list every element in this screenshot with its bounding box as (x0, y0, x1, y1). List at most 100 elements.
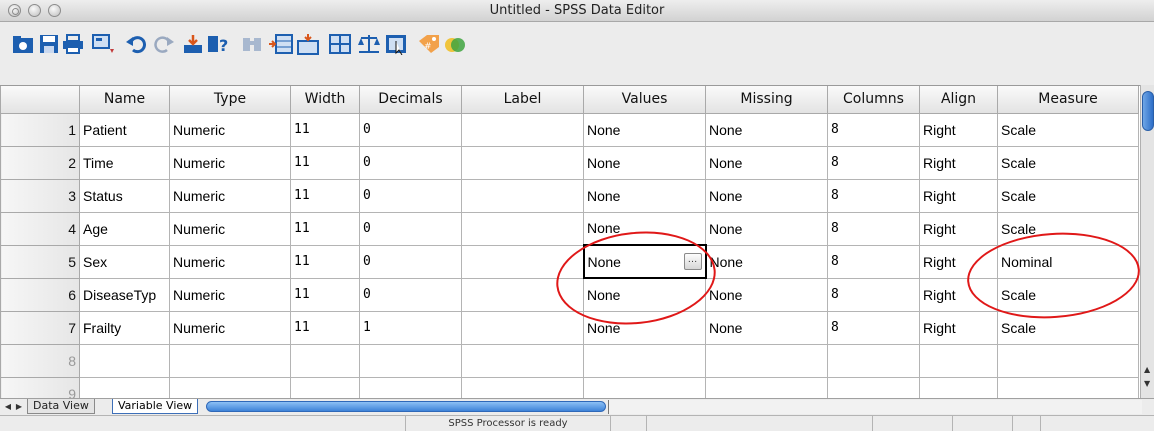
cell-name[interactable]: Time (79, 145, 170, 180)
cell-columns[interactable]: 8 (827, 211, 920, 246)
cell-values[interactable]: None (583, 112, 706, 147)
cell-width[interactable]: 11 (290, 178, 360, 213)
cell-name[interactable]: Patient (79, 112, 170, 147)
cell-type[interactable]: Numeric (169, 310, 291, 345)
horizontal-scroll-track[interactable] (608, 400, 1142, 414)
row-header[interactable]: 6 (0, 277, 80, 312)
cell-columns[interactable]: 8 (827, 244, 920, 279)
cell-columns[interactable]: 8 (827, 277, 920, 312)
cell-missing[interactable]: None (705, 112, 828, 147)
variables-icon[interactable]: ? (206, 31, 232, 57)
empty-cell[interactable] (705, 343, 828, 378)
column-header-width[interactable]: Width (290, 86, 360, 114)
tab-data-view[interactable]: Data View (27, 399, 95, 414)
cell-type[interactable]: Numeric (169, 244, 291, 279)
row-header[interactable]: 2 (0, 145, 80, 180)
cell-measure[interactable]: Scale (997, 145, 1139, 180)
empty-cell[interactable] (290, 376, 360, 398)
cell-decimals[interactable]: 0 (359, 112, 462, 147)
row-header[interactable]: 1 (0, 112, 80, 147)
save-icon[interactable] (36, 31, 62, 57)
cell-label[interactable] (461, 178, 584, 213)
cell-decimals[interactable]: 0 (359, 277, 462, 312)
cell-decimals[interactable]: 0 (359, 178, 462, 213)
value-labels-icon[interactable]: # (416, 31, 442, 57)
cell-align[interactable]: Right (919, 310, 998, 345)
cell-columns[interactable]: 8 (827, 178, 920, 213)
split-file-icon[interactable] (328, 31, 354, 57)
empty-cell[interactable] (705, 376, 828, 398)
empty-cell[interactable] (79, 343, 170, 378)
cell-values[interactable]: None (583, 145, 706, 180)
cell-label[interactable] (461, 145, 584, 180)
cell-align[interactable]: Right (919, 112, 998, 147)
column-header-missing[interactable]: Missing (705, 86, 828, 114)
open-icon[interactable] (10, 31, 36, 57)
empty-cell[interactable] (359, 376, 462, 398)
empty-cell[interactable] (359, 343, 462, 378)
cell-label[interactable] (461, 310, 584, 345)
cell-align[interactable]: Right (919, 178, 998, 213)
cell-width[interactable]: 11 (290, 145, 360, 180)
horizontal-scroll-thumb[interactable] (206, 401, 606, 412)
empty-cell[interactable] (919, 343, 998, 378)
column-header-label[interactable]: Label (461, 86, 584, 114)
column-header-measure[interactable]: Measure (997, 86, 1139, 114)
cell-missing[interactable]: None (705, 310, 828, 345)
cell-decimals[interactable]: 0 (359, 244, 462, 279)
cell-label[interactable] (461, 211, 584, 246)
undo-icon[interactable] (124, 31, 150, 57)
empty-cell[interactable] (827, 376, 920, 398)
tab-next-arrow-icon[interactable]: ▶ (14, 400, 24, 414)
empty-cell[interactable] (290, 343, 360, 378)
vertical-scroll-thumb[interactable] (1142, 91, 1154, 131)
scroll-up-arrow-icon[interactable]: ▲ (1144, 365, 1150, 374)
redo-icon[interactable] (150, 31, 176, 57)
cell-decimals[interactable]: 1 (359, 310, 462, 345)
column-header-columns[interactable]: Columns (827, 86, 920, 114)
empty-cell[interactable] (919, 376, 998, 398)
cell-missing[interactable]: None (705, 211, 828, 246)
use-sets-icon[interactable] (442, 31, 468, 57)
cell-columns[interactable]: 8 (827, 112, 920, 147)
cell-columns[interactable]: 8 (827, 310, 920, 345)
corner-cell[interactable] (0, 86, 80, 114)
empty-cell[interactable] (169, 343, 291, 378)
dialog-recall-icon[interactable] (92, 31, 118, 57)
cell-width[interactable]: 11 (290, 211, 360, 246)
cell-name[interactable]: Age (79, 211, 170, 246)
cell-align[interactable]: Right (919, 145, 998, 180)
cell-type[interactable]: Numeric (169, 178, 291, 213)
row-header[interactable]: 4 (0, 211, 80, 246)
row-header[interactable]: 9 (0, 376, 80, 398)
cell-measure[interactable]: Scale (997, 112, 1139, 147)
select-cases-icon[interactable] (384, 31, 410, 57)
column-header-values[interactable]: Values (583, 86, 706, 114)
cell-name[interactable]: Sex (79, 244, 170, 279)
row-header[interactable]: 5 (0, 244, 80, 279)
cell-type[interactable]: Numeric (169, 211, 291, 246)
tab-variable-view[interactable]: Variable View (112, 399, 199, 414)
row-header[interactable]: 8 (0, 343, 80, 378)
empty-cell[interactable] (461, 376, 584, 398)
row-header[interactable]: 7 (0, 310, 80, 345)
insert-cases-icon[interactable] (268, 31, 294, 57)
empty-cell[interactable] (997, 343, 1139, 378)
cell-type[interactable]: Numeric (169, 112, 291, 147)
cell-missing[interactable]: None (705, 145, 828, 180)
vertical-scrollbar[interactable]: ▲ ▼ (1140, 85, 1154, 398)
cell-values[interactable]: None (583, 178, 706, 213)
cell-label[interactable] (461, 112, 584, 147)
goto-case-icon[interactable] (180, 31, 206, 57)
cell-missing[interactable]: None (705, 277, 828, 312)
row-header[interactable]: 3 (0, 178, 80, 213)
cell-width[interactable]: 11 (290, 310, 360, 345)
cell-measure[interactable]: Scale (997, 178, 1139, 213)
empty-cell[interactable] (461, 343, 584, 378)
cell-width[interactable]: 11 (290, 277, 360, 312)
cell-name[interactable]: Frailty (79, 310, 170, 345)
column-header-name[interactable]: Name (79, 86, 170, 114)
column-header-align[interactable]: Align (919, 86, 998, 114)
empty-cell[interactable] (79, 376, 170, 398)
cell-missing[interactable]: None (705, 178, 828, 213)
